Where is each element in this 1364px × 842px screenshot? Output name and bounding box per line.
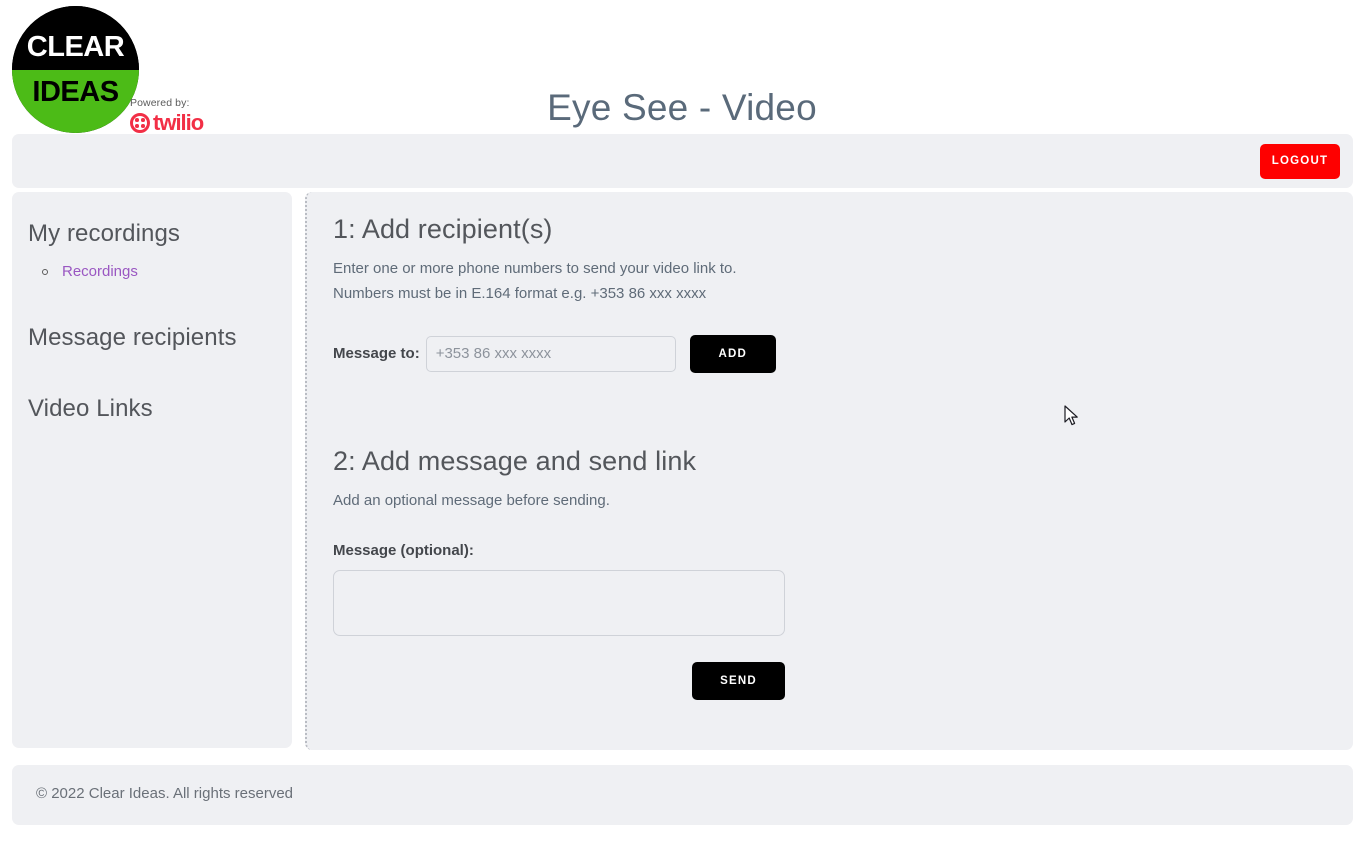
step-1-description-line-1: Enter one or more phone numbers to send … <box>333 260 737 277</box>
top-bar: LOGOUT <box>12 134 1353 188</box>
main-content-panel: 1: Add recipient(s) Enter one or more ph… <box>305 192 1353 750</box>
message-optional-label: Message (optional): <box>333 542 474 560</box>
message-to-label: Message to: <box>333 345 420 362</box>
step-1-description-line-2: Numbers must be in E.164 format e.g. +35… <box>333 284 707 302</box>
logout-button[interactable]: LOGOUT <box>1260 144 1340 179</box>
step-1-heading: 1: Add recipient(s) <box>333 214 553 244</box>
send-button[interactable]: SEND <box>692 662 785 701</box>
list-item: Recordings <box>42 262 276 281</box>
sidebar-item-recordings[interactable]: Recordings <box>62 263 138 280</box>
recipient-field-row: Message to: ADD <box>333 334 1327 373</box>
step-2-description: Add an optional message before sending. <box>333 491 610 509</box>
step-2-section: 2: Add message and send link Add an opti… <box>333 446 1327 701</box>
add-recipient-button[interactable]: ADD <box>689 334 776 373</box>
step-2-heading: 2: Add message and send link <box>333 445 697 476</box>
sidebar-heading-message-recipients[interactable]: Message recipients <box>28 324 276 352</box>
step-1-description: Enter one or more phone numbers to send … <box>333 257 1327 307</box>
app-page: CLEAR IDEAS Powered by: twilio Eye See -… <box>0 0 1364 842</box>
bullet-circle-icon <box>42 269 48 275</box>
sidebar-heading-video-links[interactable]: Video Links <box>28 395 276 423</box>
sidebar-recordings-list: Recordings <box>28 262 276 281</box>
send-button-row: SEND <box>333 662 785 701</box>
sidebar: My recordings Recordings Message recipie… <box>12 192 292 748</box>
page-title: Eye See - Video <box>547 86 817 128</box>
footer-copyright: © 2022 Clear Ideas. All rights reserved <box>36 785 294 802</box>
sidebar-heading-my-recordings: My recordings <box>28 220 181 247</box>
message-to-input[interactable] <box>425 335 676 372</box>
footer: © 2022 Clear Ideas. All rights reserved <box>12 765 1353 825</box>
message-textarea[interactable] <box>333 570 785 637</box>
logo-word-clear: CLEAR <box>26 31 125 63</box>
